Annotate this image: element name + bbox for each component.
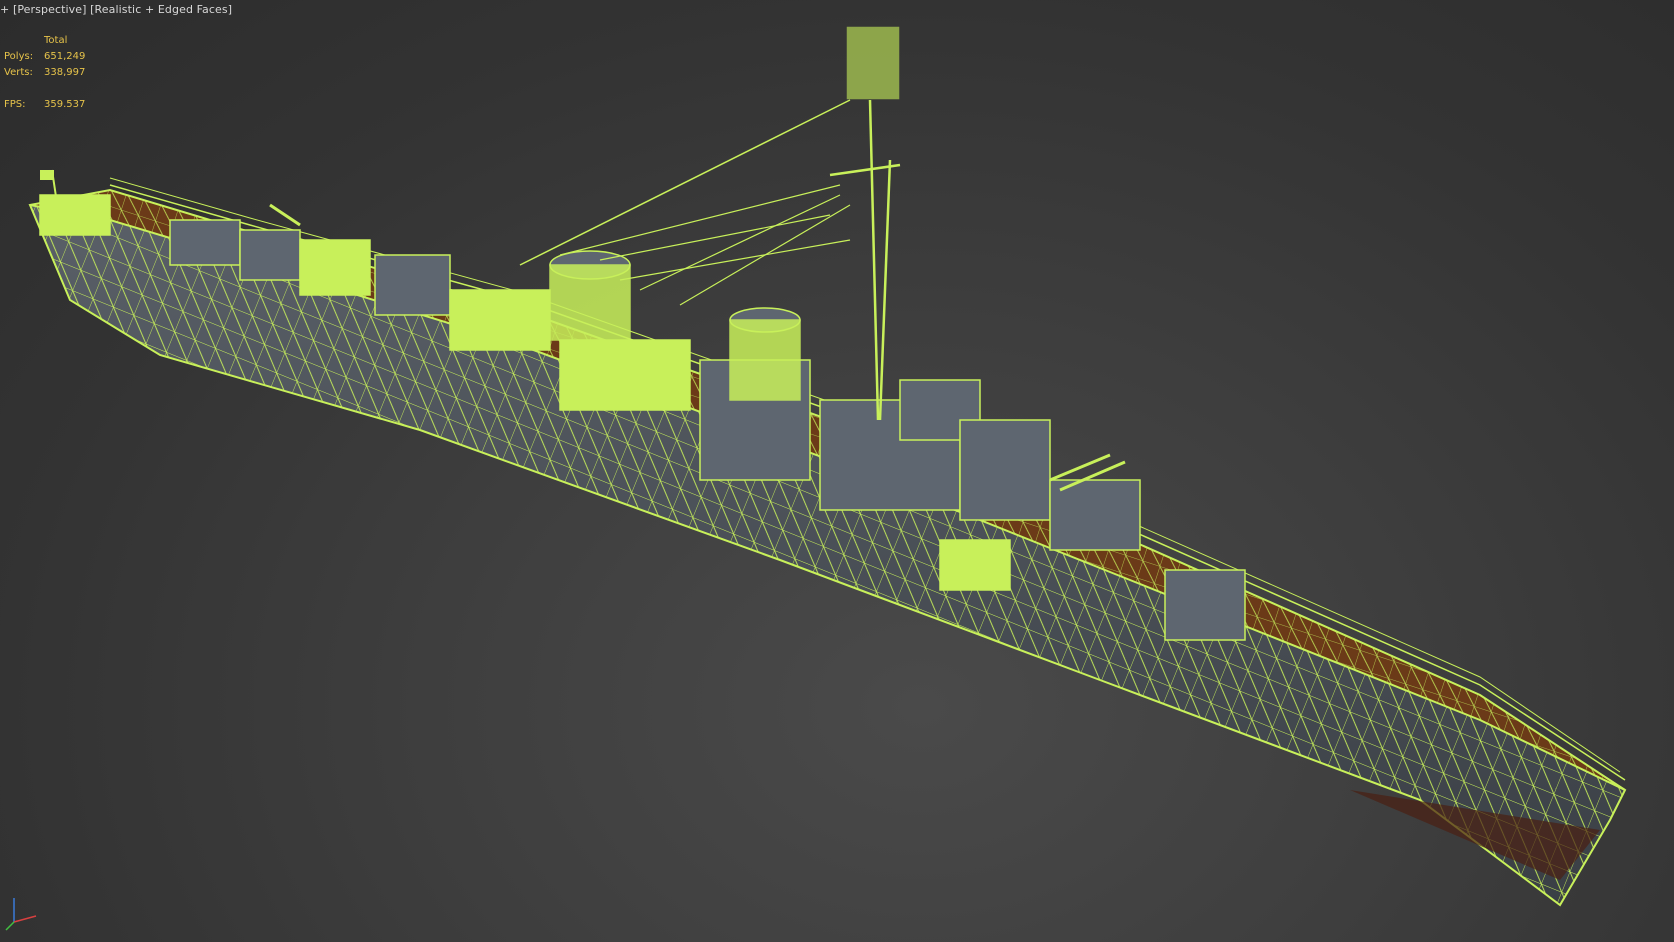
- ship-model[interactable]: [0, 0, 1674, 942]
- xyz-axis-gizmo-icon: [5, 898, 37, 931]
- perspective-viewport[interactable]: + [Perspective] [Realistic + Edged Faces…: [0, 0, 1674, 942]
- hull-side: [28, 198, 1627, 907]
